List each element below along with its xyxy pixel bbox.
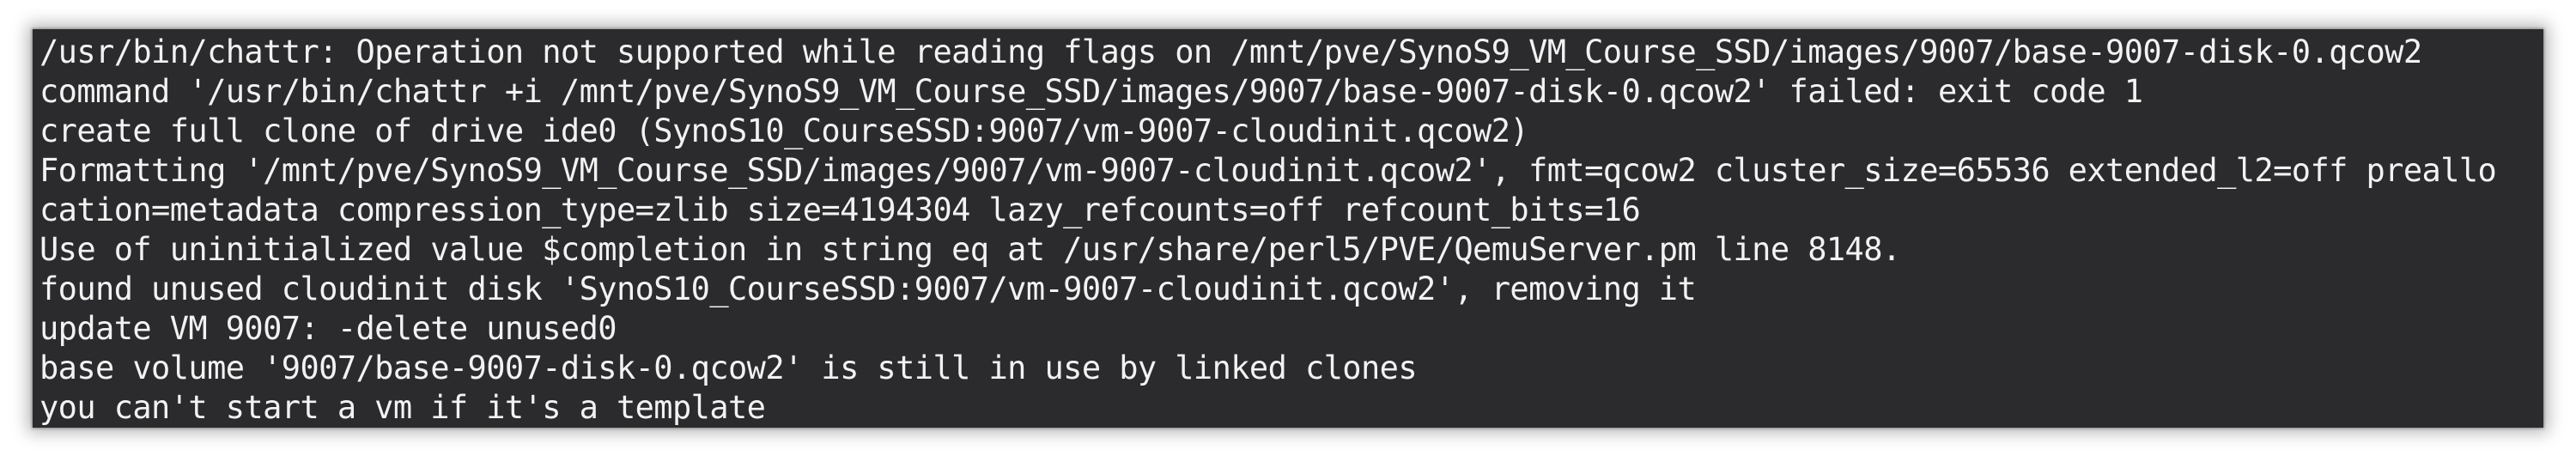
terminal-line: Formatting '/mnt/pve/SynoS9_VM_Course_SS…: [39, 152, 2497, 189]
terminal-line: update VM 9007: -delete unused0: [39, 310, 617, 347]
terminal-line: create full clone of drive ide0 (SynoS10…: [39, 112, 1529, 149]
terminal-line: cation=metadata compression_type=zlib si…: [39, 191, 1641, 228]
terminal-line: base volume '9007/base-9007-disk-0.qcow2…: [39, 350, 1418, 386]
terminal-line: found unused cloudinit disk 'SynoS10_Cou…: [39, 271, 1697, 307]
terminal-line: you can't start a vm if it's a template: [39, 389, 766, 426]
terminal-output: /usr/bin/chattr: Operation not supported…: [39, 33, 2543, 428]
terminal-line: Use of uninitialized value $completion i…: [39, 231, 1901, 268]
terminal-line: /usr/bin/chattr: Operation not supported…: [39, 33, 2422, 70]
terminal-line: command '/usr/bin/chattr +i /mnt/pve/Syn…: [39, 73, 2143, 110]
terminal-window: /usr/bin/chattr: Operation not supported…: [33, 29, 2543, 428]
